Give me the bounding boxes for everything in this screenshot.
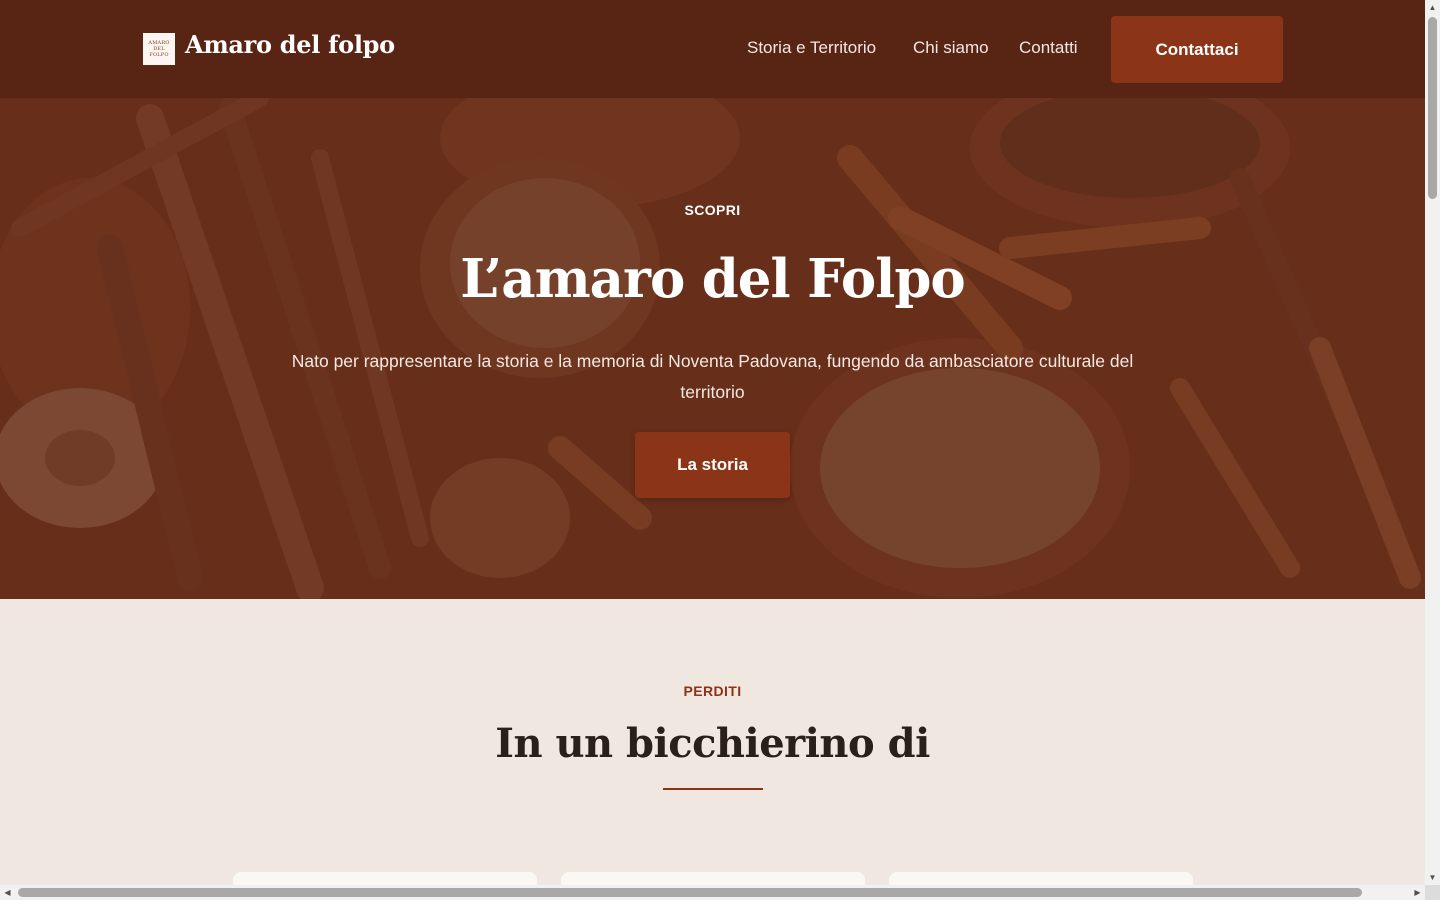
- scrollbar-corner: [1425, 885, 1440, 900]
- brand-name[interactable]: Amaro del folpo: [185, 30, 395, 59]
- contact-button[interactable]: Contattaci: [1111, 16, 1283, 83]
- section-divider: [663, 788, 763, 790]
- story-button[interactable]: La storia: [635, 432, 790, 498]
- scroll-left-icon[interactable]: ◀: [0, 885, 15, 900]
- section-eyebrow: PERDITI: [683, 683, 742, 699]
- section-title: In un bicchierino di: [495, 720, 930, 767]
- product-card[interactable]: [233, 872, 537, 885]
- scroll-down-icon[interactable]: ▼: [1425, 870, 1440, 885]
- hero-description: Nato per rappresentare la storia e la me…: [291, 351, 1134, 402]
- nav-link-contatti[interactable]: Contatti: [1019, 38, 1078, 58]
- hero-title: L’amaro del Folpo: [460, 248, 966, 310]
- page-viewport: AMARO DEL FOLPO Amaro del folpo Storia e…: [0, 0, 1425, 885]
- hero-eyebrow: SCOPRI: [684, 202, 741, 218]
- logo-line: FOLPO: [149, 52, 169, 58]
- horizontal-scroll-thumb[interactable]: [18, 888, 1362, 897]
- site-header: AMARO DEL FOLPO Amaro del folpo Storia e…: [0, 0, 1425, 98]
- product-card[interactable]: [889, 872, 1193, 885]
- logo-icon[interactable]: AMARO DEL FOLPO: [143, 33, 175, 65]
- product-card[interactable]: [561, 872, 865, 885]
- vertical-scroll-thumb[interactable]: [1428, 17, 1437, 199]
- scroll-right-icon[interactable]: ▶: [1410, 885, 1425, 900]
- nav-link-chi-siamo[interactable]: Chi siamo: [913, 38, 989, 58]
- scroll-up-icon[interactable]: ▲: [1425, 0, 1440, 15]
- horizontal-scrollbar[interactable]: ◀ ▶: [0, 885, 1425, 900]
- nav-link-storia[interactable]: Storia e Territorio: [747, 38, 876, 58]
- vertical-scrollbar[interactable]: ▲ ▼: [1425, 0, 1440, 885]
- hero-section: SCOPRI L’amaro del Folpo Nato per rappre…: [0, 98, 1425, 599]
